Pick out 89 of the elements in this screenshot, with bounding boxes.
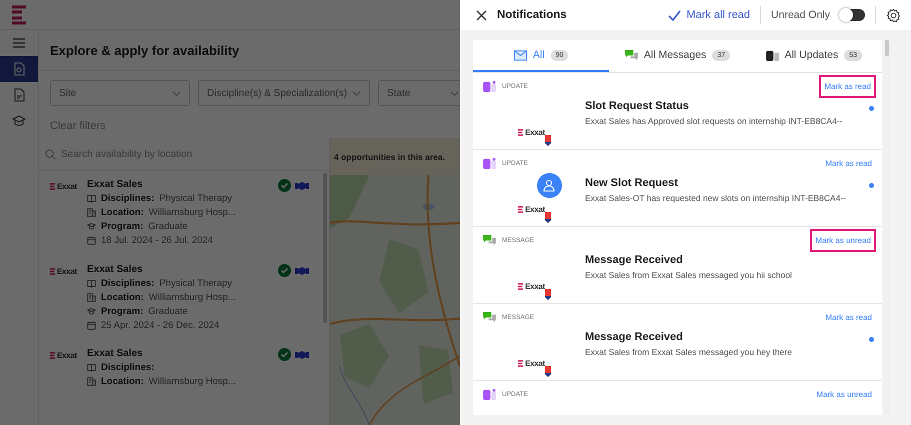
- brand-logo: Exxat: [49, 266, 77, 277]
- message-icon: [483, 312, 496, 323]
- building-icon: [87, 292, 96, 302]
- update-icon: [766, 50, 779, 60]
- filter-dropdown[interactable]: Site: [50, 80, 190, 106]
- listing-name[interactable]: Exxat Sales: [87, 179, 268, 190]
- panel-title: Notifications: [497, 9, 568, 21]
- building-icon: [87, 377, 96, 386]
- page-title: Explore & apply for availability: [50, 42, 240, 58]
- field-value: Graduate: [148, 221, 188, 232]
- field-label: Disciplines:: [101, 278, 154, 289]
- field-value: Physical Therapy: [159, 278, 232, 289]
- field-label: Disciplines:: [101, 362, 154, 374]
- shield-icon: [544, 366, 551, 377]
- unread-only-label: Unread Only: [771, 9, 830, 21]
- calendar-icon: [87, 320, 96, 330]
- chevron-down-icon: [352, 88, 361, 98]
- graduation-cap-icon: [87, 222, 96, 231]
- toggle-switch[interactable]: [840, 9, 865, 21]
- brand-logo: Exxat: [517, 358, 545, 369]
- mark-link[interactable]: Mark as read: [823, 156, 874, 171]
- notification-title: Slot Request Status: [585, 100, 690, 112]
- handshake-icon: [295, 179, 309, 192]
- search-document-icon: [12, 62, 26, 76]
- sidebar-item[interactable]: [0, 56, 38, 82]
- mail-icon: [514, 50, 527, 60]
- graduation-cap-icon[interactable]: [12, 114, 26, 128]
- graduation-cap-icon: [87, 306, 96, 316]
- notification-title: New Slot Request: [585, 177, 679, 189]
- brand-logo: Exxat: [517, 127, 545, 138]
- field-label: Disciplines:: [101, 193, 154, 204]
- settings-icon[interactable]: [886, 8, 901, 22]
- mark-link[interactable]: Mark as unread: [814, 387, 874, 402]
- field-label: Location:: [101, 292, 144, 303]
- notification-body: Exxat Sales-OT has requested new slots on internship INT-EB8CA4--: [585, 193, 848, 203]
- handshake-icon: [295, 348, 309, 362]
- building-icon: [87, 208, 96, 217]
- book-icon: [87, 278, 96, 288]
- search-icon: [45, 148, 56, 160]
- field-label: Program:: [101, 306, 144, 317]
- field-value: Physical Therapy: [159, 193, 232, 204]
- banner-text: 4 opportunities in this area.: [334, 152, 445, 162]
- notification-title: Message Received: [585, 331, 684, 343]
- update-icon: [483, 158, 496, 169]
- app-logo[interactable]: [10, 4, 28, 24]
- notification-title: Message Received: [585, 254, 684, 266]
- chevron-down-icon: [172, 88, 181, 98]
- check-icon: [278, 264, 291, 277]
- message-icon: [624, 50, 638, 60]
- calendar-icon: [87, 236, 96, 245]
- field-label: Location:: [101, 376, 144, 388]
- listing-name[interactable]: Exxat Sales: [87, 264, 268, 275]
- shield-icon: [544, 289, 551, 300]
- mark-link[interactable]: Mark as unread: [812, 231, 874, 250]
- document-icon[interactable]: [12, 88, 26, 102]
- filter-dropdown[interactable]: State: [378, 80, 460, 106]
- menu-icon[interactable]: [12, 36, 26, 50]
- field-label: Program:: [101, 221, 144, 232]
- filter-dropdown[interactable]: Discipline(s) & Specialization(s): [198, 80, 370, 106]
- check-icon: [278, 179, 291, 192]
- brand-logo: Exxat: [517, 204, 545, 215]
- shield-icon: [544, 212, 551, 223]
- chevron-down-icon: [450, 88, 459, 98]
- book-icon: [87, 194, 96, 203]
- mark-link[interactable]: Mark as read: [823, 310, 874, 325]
- field-value: Williamsburg Hosp...: [148, 292, 236, 303]
- message-icon: [483, 235, 496, 246]
- mark-link[interactable]: Mark as read: [821, 77, 874, 96]
- field-value: Williamsburg Hosp...: [148, 207, 236, 218]
- notification-body: Exxat Sales from Exxat Sales messaged you hii school: [585, 270, 793, 280]
- update-icon: [483, 389, 496, 400]
- field-value: 25 Apr. 2024 - 26 Dec. 2024: [101, 320, 220, 331]
- brand-logo: Exxat: [49, 181, 77, 192]
- field-value: 18 Jul. 2024 - 26 Jul. 2024: [101, 235, 213, 246]
- mark-all-read-button[interactable]: Mark all read: [668, 9, 750, 21]
- field-value: Williamsburg Hosp...: [148, 376, 236, 388]
- notification-body: Exxat Sales has Approved slot requests on internship INT-EB8CA4--: [585, 116, 844, 126]
- listing-name[interactable]: Exxat Sales: [87, 348, 268, 360]
- brand-logo: Exxat: [49, 350, 77, 362]
- brand-logo: Exxat: [517, 281, 545, 292]
- shield-icon: [544, 135, 551, 146]
- check-icon: [278, 348, 291, 362]
- field-label: Location:: [101, 207, 144, 218]
- notification-body: Exxat Sales from Exxat Sales messaged you hey there: [585, 347, 793, 357]
- close-icon[interactable]: [476, 10, 487, 20]
- update-icon: [483, 81, 496, 92]
- field-value: Graduate: [148, 306, 188, 317]
- checkmark-icon: [668, 10, 682, 20]
- book-icon: [87, 363, 96, 372]
